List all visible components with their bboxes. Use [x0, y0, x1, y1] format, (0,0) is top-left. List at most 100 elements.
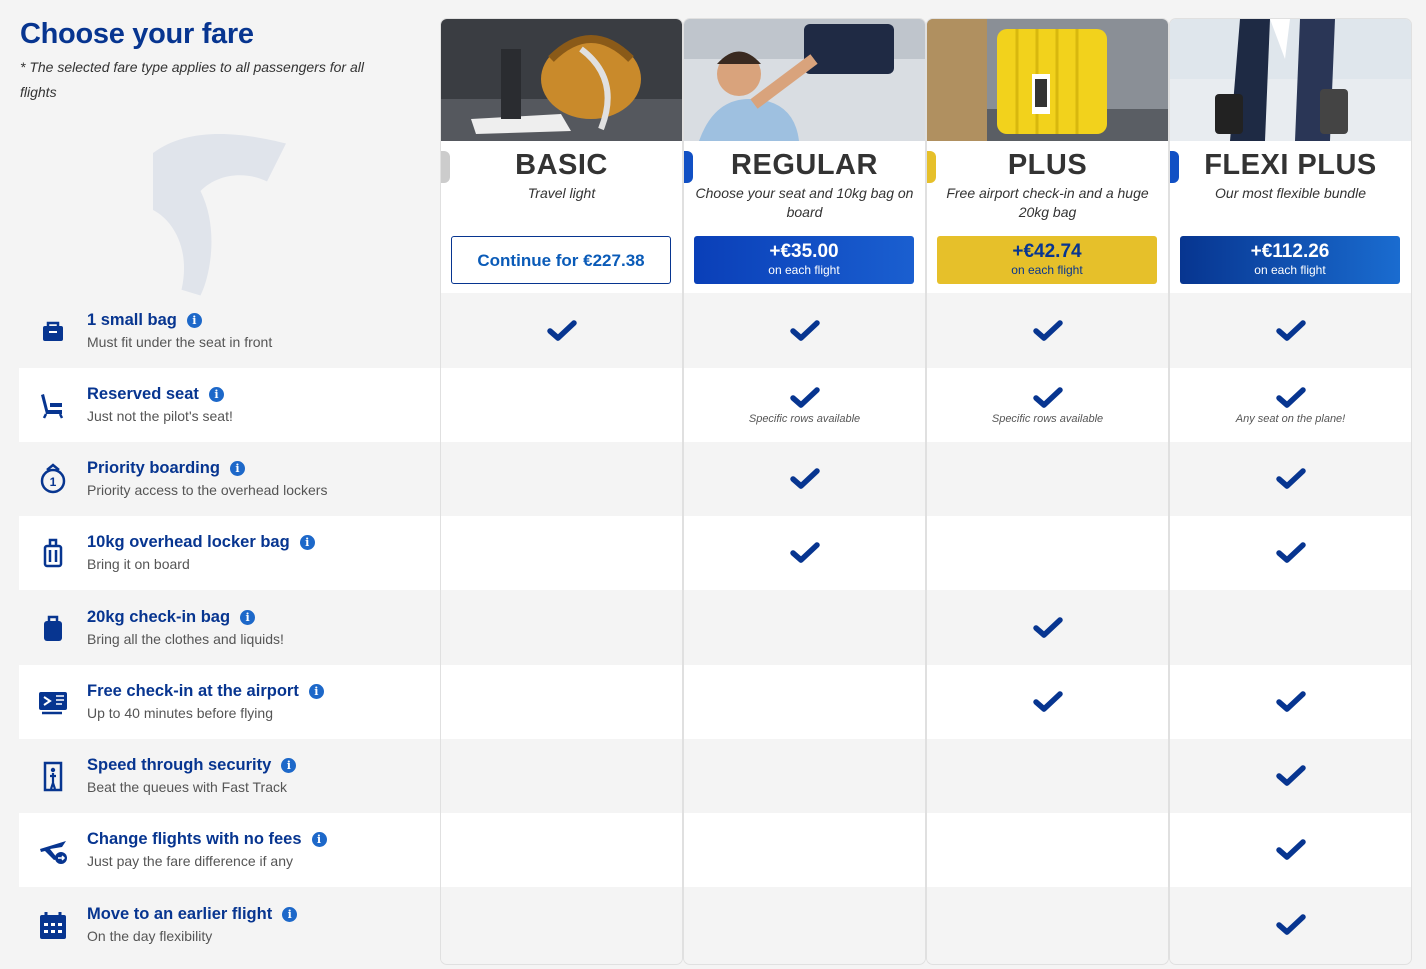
feature-subtitle: On the day flexibility	[87, 928, 213, 944]
feature-title-text: Reserved seat	[87, 385, 199, 403]
feature-cell	[684, 665, 925, 739]
info-icon[interactable]: i	[282, 907, 298, 922]
feature-title-text: Change flights with no fees	[87, 830, 302, 848]
check-icon	[1276, 765, 1306, 786]
fare-column-plus: PLUS Free airport check-in and a huge 20k…	[927, 19, 1168, 964]
page-subtitle: * The selected fare type applies to all …	[20, 59, 364, 100]
boarding-pass-icon	[36, 685, 70, 719]
info-icon[interactable]: i	[299, 535, 315, 550]
info-icon[interactable]: i	[208, 387, 224, 402]
fare-features	[441, 293, 682, 964]
feature-title-text: Move to an earlier flight	[87, 905, 273, 923]
feature-cell	[441, 813, 682, 887]
fare-name: PLUS	[1007, 149, 1088, 181]
fare-header: FLEXI PLUS Our most flexible bundle +€112.…	[1170, 141, 1411, 293]
feature-cell	[684, 294, 925, 368]
select-fare-button[interactable]: +€112.26 on each flight	[1180, 236, 1400, 284]
feature-title: 1 small bag i	[87, 311, 202, 330]
small-bag-icon	[36, 314, 70, 348]
feature-title-text: Speed through security	[87, 756, 272, 774]
cabin-bag-icon	[36, 536, 70, 570]
fare-description: Free airport check-in and a huge 20kg ba…	[946, 185, 1149, 220]
fare-description: Our most flexible bundle	[1215, 185, 1366, 201]
feature-title: Change flights with no fees i	[87, 830, 327, 849]
feature-cell	[927, 665, 1168, 739]
fare-column-flexi-plus: FLEXI PLUS Our most flexible bundle +€112.…	[1170, 19, 1411, 964]
check-icon	[1276, 839, 1306, 860]
info-icon[interactable]: i	[240, 610, 256, 625]
check-icon	[1276, 468, 1306, 489]
check-icon	[1276, 320, 1306, 341]
feature-cell	[1170, 813, 1411, 887]
fare-features: Specific rows available	[927, 293, 1168, 964]
security-icon	[36, 759, 70, 793]
fare-price-note: on each flight	[1011, 263, 1083, 277]
fare-price: Continue for €227.38	[477, 251, 645, 270]
feature-cell	[927, 516, 1168, 590]
feature-title-text: Free check-in at the airport	[87, 682, 299, 700]
priority-boarding-icon: 1	[36, 462, 70, 496]
info-icon[interactable]: i	[281, 758, 297, 773]
feature-title: Priority boarding i	[87, 459, 245, 478]
feature-cell	[441, 888, 682, 962]
feature-subtitle: Must fit under the seat in front	[87, 334, 273, 350]
fare-name: REGULAR	[731, 149, 878, 181]
feature-title: Move to an earlier flight i	[87, 905, 298, 924]
feature-subtitle: Up to 40 minutes before flying	[87, 705, 273, 721]
fare-description: Travel light	[527, 185, 596, 201]
check-icon	[790, 542, 820, 563]
feature-cell	[441, 739, 682, 813]
select-fare-button[interactable]: +€42.74 on each flight	[937, 236, 1157, 284]
fare-price: +€112.26	[1250, 241, 1330, 262]
feature-title-text: 20kg check-in bag	[87, 608, 231, 626]
check-icon	[547, 320, 577, 341]
feature-cell	[927, 739, 1168, 813]
feature-title: Reserved seat i	[87, 385, 224, 404]
check-icon	[790, 468, 820, 489]
feature-title: 20kg check-in bag i	[87, 608, 256, 627]
feature-cell	[1170, 591, 1411, 665]
feature-cell: Specific rows available	[684, 368, 925, 442]
harp-logo-watermark	[153, 134, 286, 296]
check-icon	[1276, 691, 1306, 712]
feature-cell	[927, 813, 1168, 887]
feature-title-text: 10kg overhead locker bag	[87, 533, 290, 551]
check-icon	[1276, 914, 1306, 935]
fare-image	[441, 19, 682, 141]
feature-cell	[441, 442, 682, 516]
check-icon	[790, 387, 820, 408]
checkin-bag-icon	[36, 611, 70, 645]
fare-description: Choose your seat and 10kg bag on board	[695, 185, 914, 220]
check-icon	[1033, 387, 1063, 408]
fare-header: BASIC Travel light Continue for €227.38	[441, 141, 682, 293]
seat-icon	[36, 388, 70, 422]
feature-cell	[927, 888, 1168, 962]
fare-name: BASIC	[515, 149, 608, 181]
feature-note: Specific rows available	[748, 413, 861, 425]
info-icon[interactable]: i	[229, 461, 245, 476]
select-fare-button[interactable]: +€35.00 on each flight	[694, 236, 914, 284]
feature-cell	[927, 591, 1168, 665]
check-icon	[1033, 617, 1063, 638]
fare-column-basic: BASIC Travel light Continue for €227.38	[441, 19, 682, 964]
feature-cell	[1170, 442, 1411, 516]
feature-subtitle: Just not the pilot's seat!	[87, 408, 233, 424]
info-icon[interactable]: i	[311, 832, 327, 847]
feature-cell	[927, 294, 1168, 368]
feature-note: Any seat on the plane!	[1235, 413, 1346, 425]
feature-cell	[684, 516, 925, 590]
feature-cell	[441, 665, 682, 739]
fare-price-note: on each flight	[768, 263, 840, 277]
info-icon[interactable]: i	[308, 684, 324, 699]
calendar-icon	[36, 908, 70, 942]
feature-cell	[1170, 665, 1411, 739]
select-fare-button[interactable]: Continue for €227.38	[451, 236, 671, 284]
fare-price-note: on each flight	[1254, 263, 1326, 277]
info-icon[interactable]: i	[186, 313, 202, 328]
fare-header: REGULAR Choose your seat and 10kg bag on …	[684, 141, 925, 293]
feature-cell	[441, 294, 682, 368]
feature-cell: Any seat on the plane!	[1170, 368, 1411, 442]
fare-image	[684, 19, 925, 141]
check-icon	[1276, 542, 1306, 563]
plane-change-icon	[36, 833, 70, 867]
